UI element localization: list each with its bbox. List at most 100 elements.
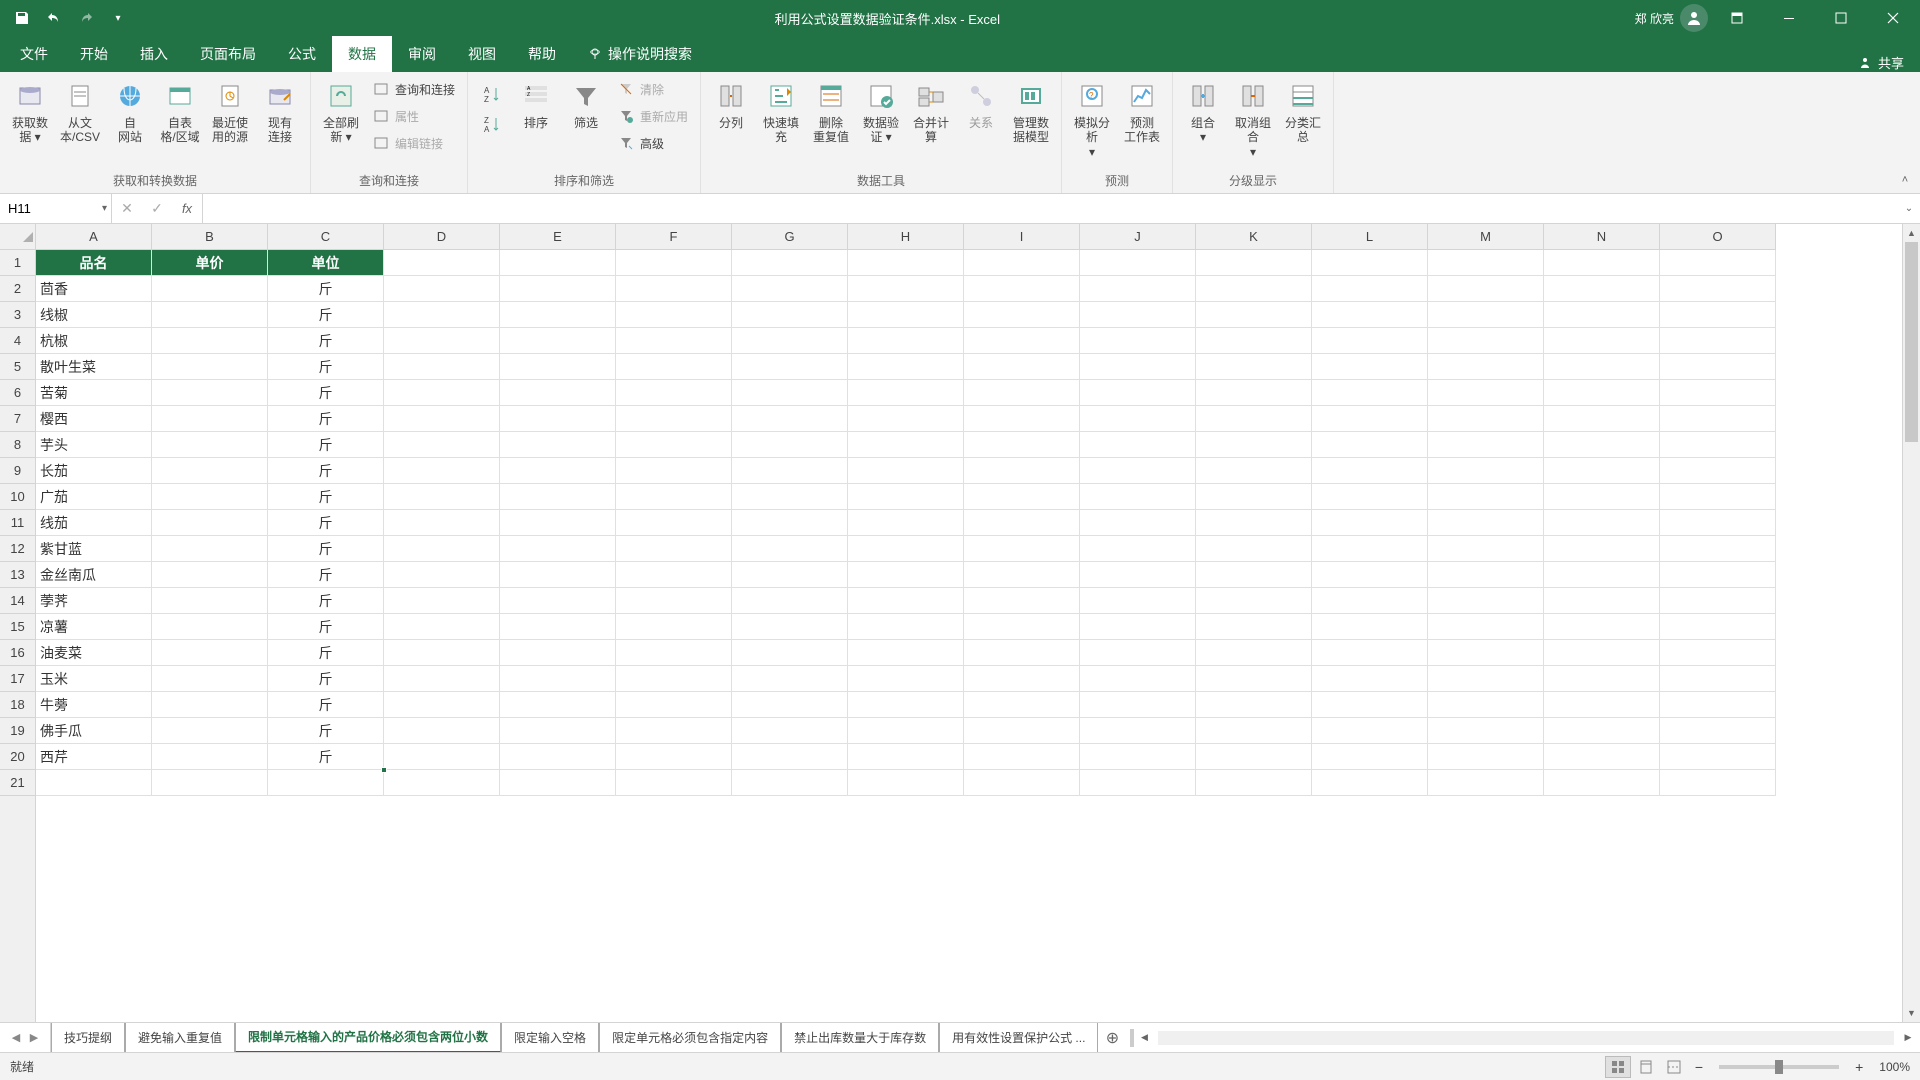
cell-G6[interactable] xyxy=(732,380,848,406)
cell-E16[interactable] xyxy=(500,640,616,666)
cell-H11[interactable] xyxy=(848,510,964,536)
cell-I17[interactable] xyxy=(964,666,1080,692)
cell-M8[interactable] xyxy=(1428,432,1544,458)
cell-K7[interactable] xyxy=(1196,406,1312,432)
cell-G17[interactable] xyxy=(732,666,848,692)
cell-A5[interactable]: 散叶生菜 xyxy=(36,354,152,380)
cell-N13[interactable] xyxy=(1544,562,1660,588)
cell-A20[interactable]: 西芹 xyxy=(36,744,152,770)
cell-D11[interactable] xyxy=(384,510,500,536)
new-sheet-button[interactable]: ⊕ xyxy=(1098,1023,1126,1052)
cell-J15[interactable] xyxy=(1080,614,1196,640)
cell-N1[interactable] xyxy=(1544,250,1660,276)
cell-I14[interactable] xyxy=(964,588,1080,614)
tab-审阅[interactable]: 审阅 xyxy=(392,36,452,72)
cell-K6[interactable] xyxy=(1196,380,1312,406)
cell-E11[interactable] xyxy=(500,510,616,536)
cell-E17[interactable] xyxy=(500,666,616,692)
cell-L4[interactable] xyxy=(1312,328,1428,354)
cell-C11[interactable]: 斤 xyxy=(268,510,384,536)
vertical-scrollbar[interactable]: ▲ ▼ xyxy=(1902,224,1920,1022)
cell-D20[interactable] xyxy=(384,744,500,770)
g4-btn-5[interactable]: 关系 xyxy=(957,76,1005,170)
row-header-20[interactable]: 20 xyxy=(0,744,35,770)
fill-handle[interactable] xyxy=(381,767,387,773)
cell-K5[interactable] xyxy=(1196,354,1312,380)
sheet-tab-5[interactable]: 禁止出库数量大于库存数 xyxy=(781,1023,939,1052)
row-header-9[interactable]: 9 xyxy=(0,458,35,484)
cell-K18[interactable] xyxy=(1196,692,1312,718)
cell-D16[interactable] xyxy=(384,640,500,666)
col-header-G[interactable]: G xyxy=(732,224,848,249)
page-break-view-button[interactable] xyxy=(1661,1056,1687,1078)
cell-O18[interactable] xyxy=(1660,692,1776,718)
cell-N14[interactable] xyxy=(1544,588,1660,614)
col-header-L[interactable]: L xyxy=(1312,224,1428,249)
scroll-down-button[interactable]: ▼ xyxy=(1903,1004,1920,1022)
row-header-15[interactable]: 15 xyxy=(0,614,35,640)
zoom-in-button[interactable]: + xyxy=(1849,1059,1869,1075)
cell-A4[interactable]: 杭椒 xyxy=(36,328,152,354)
cell-G20[interactable] xyxy=(732,744,848,770)
cell-B21[interactable] xyxy=(152,770,268,796)
minimize-button[interactable] xyxy=(1766,0,1812,36)
cell-D17[interactable] xyxy=(384,666,500,692)
cell-F6[interactable] xyxy=(616,380,732,406)
cell-B9[interactable] xyxy=(152,458,268,484)
cell-O7[interactable] xyxy=(1660,406,1776,432)
cell-E9[interactable] xyxy=(500,458,616,484)
cell-A2[interactable]: 茴香 xyxy=(36,276,152,302)
tab-文件[interactable]: 文件 xyxy=(4,36,64,72)
cell-O9[interactable] xyxy=(1660,458,1776,484)
g2-item-2[interactable]: 编辑链接 xyxy=(367,130,461,156)
cell-J12[interactable] xyxy=(1080,536,1196,562)
cell-C21[interactable] xyxy=(268,770,384,796)
tab-split-handle[interactable] xyxy=(1130,1029,1134,1047)
cell-H1[interactable] xyxy=(848,250,964,276)
g4-btn-2[interactable]: 删除 重复值 xyxy=(807,76,855,170)
cell-F3[interactable] xyxy=(616,302,732,328)
cell-B4[interactable] xyxy=(152,328,268,354)
cell-O6[interactable] xyxy=(1660,380,1776,406)
cell-L6[interactable] xyxy=(1312,380,1428,406)
cell-L7[interactable] xyxy=(1312,406,1428,432)
cell-M10[interactable] xyxy=(1428,484,1544,510)
cell-L9[interactable] xyxy=(1312,458,1428,484)
cell-O13[interactable] xyxy=(1660,562,1776,588)
page-layout-view-button[interactable] xyxy=(1633,1056,1659,1078)
cell-E19[interactable] xyxy=(500,718,616,744)
cell-I6[interactable] xyxy=(964,380,1080,406)
cell-D21[interactable] xyxy=(384,770,500,796)
cell-J19[interactable] xyxy=(1080,718,1196,744)
cell-J16[interactable] xyxy=(1080,640,1196,666)
zoom-level[interactable]: 100% xyxy=(1879,1060,1910,1074)
g3-item-0[interactable]: 清除 xyxy=(612,76,694,102)
refresh-all-button[interactable]: 全部刷 新 ▾ xyxy=(317,76,365,170)
g6-btn-1[interactable]: 取消组合 ▾ xyxy=(1229,76,1277,170)
cell-K19[interactable] xyxy=(1196,718,1312,744)
formula-input[interactable] xyxy=(203,194,1898,223)
cell-E20[interactable] xyxy=(500,744,616,770)
cell-F15[interactable] xyxy=(616,614,732,640)
cell-I11[interactable] xyxy=(964,510,1080,536)
cell-L14[interactable] xyxy=(1312,588,1428,614)
cell-M1[interactable] xyxy=(1428,250,1544,276)
cell-C7[interactable]: 斤 xyxy=(268,406,384,432)
g6-btn-0[interactable]: 组合 ▾ xyxy=(1179,76,1227,170)
cell-A10[interactable]: 广茄 xyxy=(36,484,152,510)
ribbon-display-button[interactable] xyxy=(1714,0,1760,36)
cell-N21[interactable] xyxy=(1544,770,1660,796)
cell-M5[interactable] xyxy=(1428,354,1544,380)
cell-G7[interactable] xyxy=(732,406,848,432)
cell-M19[interactable] xyxy=(1428,718,1544,744)
cell-I5[interactable] xyxy=(964,354,1080,380)
cell-B7[interactable] xyxy=(152,406,268,432)
redo-button[interactable] xyxy=(72,4,100,32)
g3-item-1[interactable]: 重新应用 xyxy=(612,103,694,129)
cell-H18[interactable] xyxy=(848,692,964,718)
cell-E18[interactable] xyxy=(500,692,616,718)
cell-D4[interactable] xyxy=(384,328,500,354)
row-header-1[interactable]: 1 xyxy=(0,250,35,276)
cell-G8[interactable] xyxy=(732,432,848,458)
cell-G10[interactable] xyxy=(732,484,848,510)
